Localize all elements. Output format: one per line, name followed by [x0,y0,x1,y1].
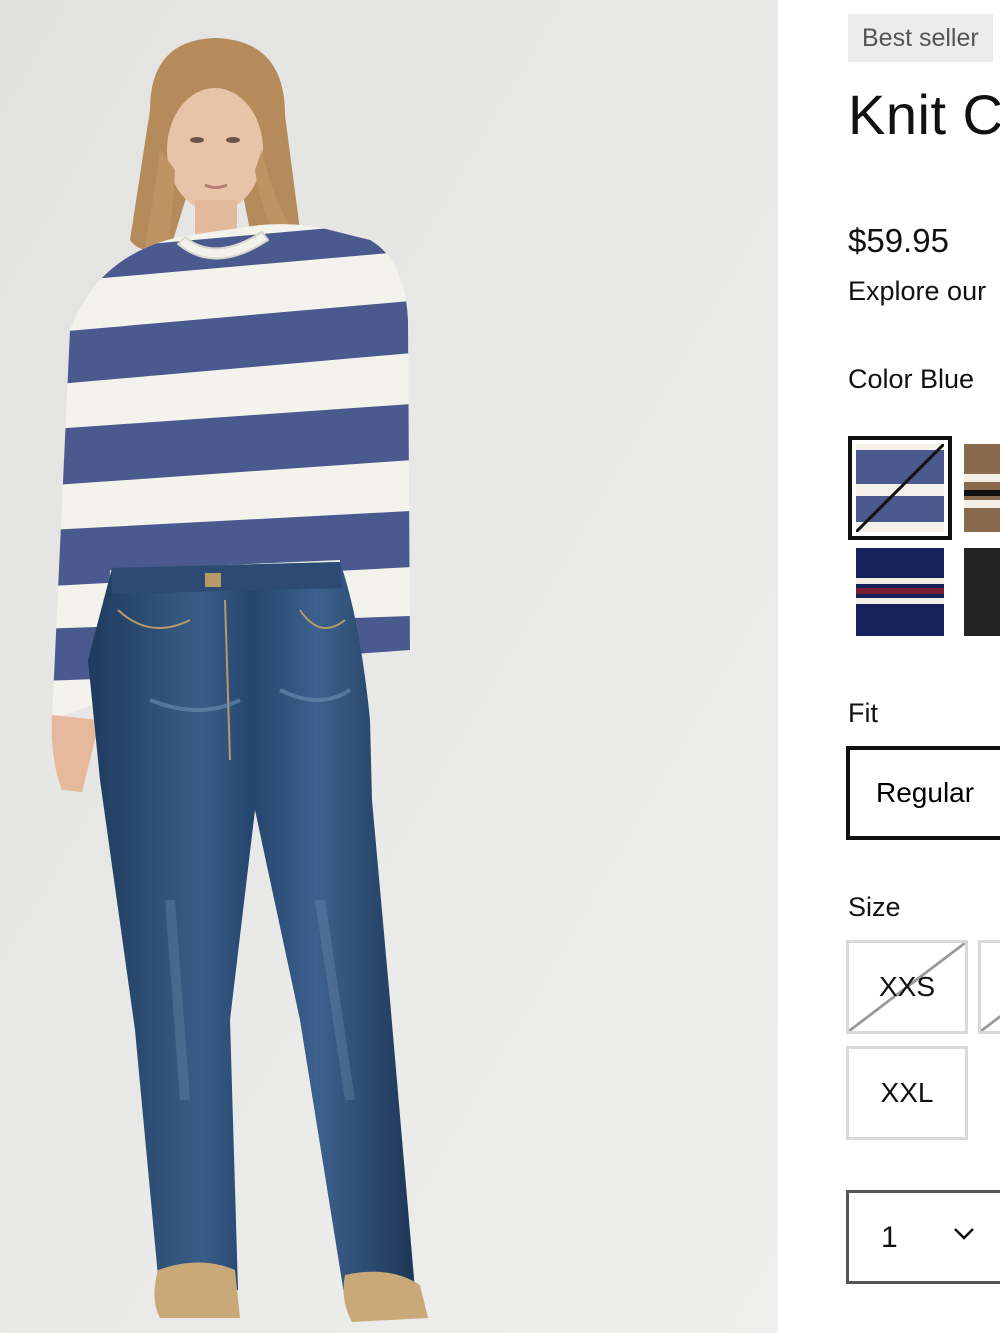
color-swatch-black[interactable] [964,548,1000,636]
fit-label: Fit [848,698,878,728]
size-option-label: XXL [880,1077,934,1108]
color-swatch-navy-stripe[interactable] [856,548,944,636]
color-label: Color Blue [848,364,975,394]
product-title: Knit C [848,83,1000,146]
quantity-value: 1 [881,1221,898,1254]
size-option-label: XXS [878,971,936,1002]
promo-link[interactable]: Explore our [848,276,986,307]
product-details: Best seller Knit C $59.95 Explore our Co… [778,0,1000,1333]
product-price: $59.95 [848,222,949,259]
product-image[interactable] [0,0,778,1333]
size-option-next[interactable] [978,940,1000,1034]
size-label: Size [848,892,901,922]
size-option-xxs[interactable]: XXS [846,940,968,1034]
fit-option-regular[interactable]: Regular [846,746,1000,840]
chevron-down-icon [954,1228,974,1240]
unavailable-slash-icon [981,1014,1000,1031]
model-photo [0,0,778,1333]
color-swatch-blue-stripe[interactable] [848,436,952,540]
best-seller-badge: Best seller [848,14,993,62]
color-swatch-brown-stripe[interactable] [964,444,1000,532]
size-option-xxl[interactable]: XXL [846,1046,968,1140]
quantity-select[interactable]: 1 [846,1190,1000,1284]
